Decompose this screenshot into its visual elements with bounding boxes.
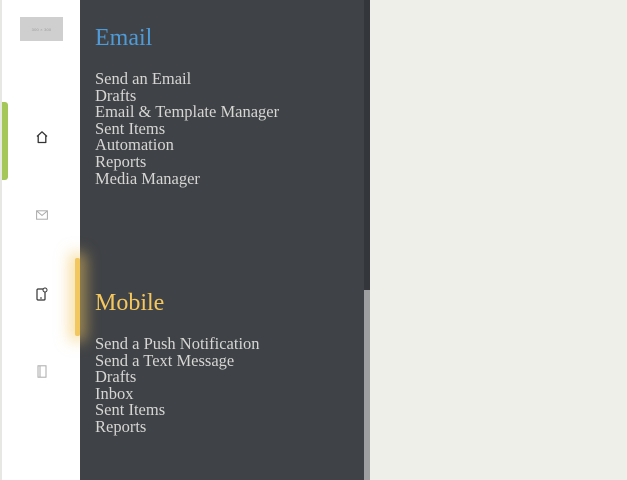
menu-item-media-manager[interactable]: Media Manager [95, 170, 279, 188]
menu-item-mobile-reports[interactable]: Reports [95, 418, 260, 436]
content-area [370, 0, 627, 480]
icon-rail: 300 × 300 [0, 0, 80, 480]
mobile-icon [36, 287, 48, 301]
rail-button-mobile[interactable] [2, 255, 82, 333]
logo-placeholder: 300 × 300 [20, 17, 63, 41]
email-menu: Send an Email Drafts Email & Template Ma… [95, 70, 279, 188]
rail-button-email[interactable] [2, 176, 82, 254]
mobile-section-indicator [75, 258, 80, 336]
mobile-section-title: Mobile [95, 290, 165, 316]
home-icon [35, 130, 49, 144]
mobile-menu: Send a Push Notification Send a Text Mes… [95, 335, 260, 436]
rail-button-home[interactable] [2, 98, 82, 176]
email-section-title: Email [95, 25, 153, 51]
book-icon [37, 364, 47, 378]
mail-icon [36, 210, 48, 220]
rail-button-book[interactable] [2, 332, 82, 410]
